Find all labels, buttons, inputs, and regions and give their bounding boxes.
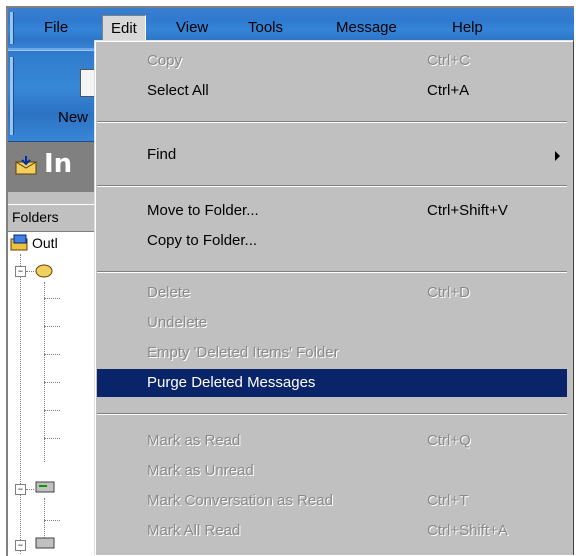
collapse-icon[interactable]: − (15, 484, 26, 495)
menu-item-label: Empty 'Deleted Items' Folder (147, 344, 339, 361)
folder-title: In (44, 149, 73, 179)
menu-item-label: Copy (147, 52, 183, 69)
menu-item-delete[interactable]: Delete Ctrl+D (97, 279, 567, 307)
toolbar-grip[interactable] (10, 57, 14, 135)
tree-connector (44, 282, 45, 462)
menu-item-mark-conversation-read[interactable]: Mark Conversation as Read Ctrl+T (97, 487, 567, 515)
menu-separator (97, 185, 567, 187)
tree-connector (44, 498, 45, 538)
menu-item-label: Mark Conversation as Read (147, 492, 333, 509)
menu-separator (97, 121, 567, 123)
server-icon (35, 481, 55, 493)
server-icon (35, 537, 55, 549)
menu-item-shortcut: Ctrl+A (427, 82, 470, 99)
tree-connector (44, 354, 60, 355)
edit-menu: Copy Ctrl+C Select All Ctrl+A Find Move … (94, 40, 574, 555)
submenu-arrow-icon (555, 151, 560, 161)
tree-connector (44, 326, 60, 327)
tree-connector (44, 298, 60, 299)
tree-root-label[interactable]: Outl (32, 235, 58, 251)
menu-item-shortcut: Ctrl+Shift+A (427, 522, 508, 539)
menu-item-select-all[interactable]: Select All Ctrl+A (97, 77, 567, 105)
menu-item-shortcut: Ctrl+D (427, 284, 470, 301)
tree-connector (44, 410, 60, 411)
menu-item-label: Delete (147, 284, 191, 301)
collapse-icon[interactable]: − (15, 540, 26, 551)
collapse-icon[interactable]: − (15, 266, 26, 277)
menu-item-label: Copy to Folder... (147, 232, 258, 249)
tree-connector (20, 254, 21, 554)
menu-separator (97, 413, 567, 415)
menu-item-empty-deleted-items[interactable]: Empty 'Deleted Items' Folder (97, 339, 567, 367)
menu-item-shortcut: Ctrl+C (427, 52, 470, 69)
menu-separator (97, 271, 567, 273)
new-button-label[interactable]: New (58, 109, 88, 126)
menu-item-shortcut: Ctrl+T (427, 492, 469, 509)
menu-item-copy[interactable]: Copy Ctrl+C (97, 47, 567, 75)
folders-label: Folders (12, 209, 59, 225)
menu-message[interactable]: Message (328, 15, 405, 41)
menu-item-label: Move to Folder... (147, 202, 259, 219)
menu-item-find[interactable]: Find (97, 141, 567, 169)
local-folders-icon (35, 264, 53, 278)
menubar-grip[interactable] (10, 12, 14, 44)
menu-item-undelete[interactable]: Undelete (97, 309, 567, 337)
menu-help[interactable]: Help (444, 15, 491, 41)
menu-item-label: Undelete (147, 314, 208, 331)
tree-connector (26, 271, 34, 272)
tree-connector (44, 382, 60, 383)
outlook-express-icon (10, 234, 28, 251)
menu-item-label: Mark as Read (147, 432, 241, 449)
menu-file[interactable]: File (36, 15, 76, 41)
menu-item-mark-as-unread[interactable]: Mark as Unread (97, 457, 567, 485)
menu-view[interactable]: View (168, 15, 216, 41)
tree-connector (44, 520, 60, 521)
menu-item-shortcut: Ctrl+Q (427, 432, 471, 449)
menu-item-copy-to-folder[interactable]: Copy to Folder... (97, 227, 567, 255)
tree-connector (26, 489, 34, 490)
menu-item-mark-as-read[interactable]: Mark as Read Ctrl+Q (97, 427, 567, 455)
tree-connector (44, 438, 60, 439)
menu-item-label: Mark as Unread (147, 462, 254, 479)
menu-item-label: Select All (147, 82, 209, 99)
menu-item-move-to-folder[interactable]: Move to Folder... Ctrl+Shift+V (97, 197, 567, 225)
inbox-icon (15, 156, 37, 175)
menu-item-label: Find (147, 146, 177, 163)
menu-item-label: Purge Deleted Messages (147, 374, 316, 391)
menu-item-shortcut: Ctrl+Shift+V (427, 202, 508, 219)
menu-item-mark-all-read[interactable]: Mark All Read Ctrl+Shift+A (97, 517, 567, 545)
menu-tools[interactable]: Tools (240, 15, 291, 41)
menu-edit[interactable]: Edit (102, 15, 146, 43)
menu-item-label: Mark All Read (147, 522, 241, 539)
menu-item-purge-deleted-messages[interactable]: Purge Deleted Messages (97, 369, 567, 397)
